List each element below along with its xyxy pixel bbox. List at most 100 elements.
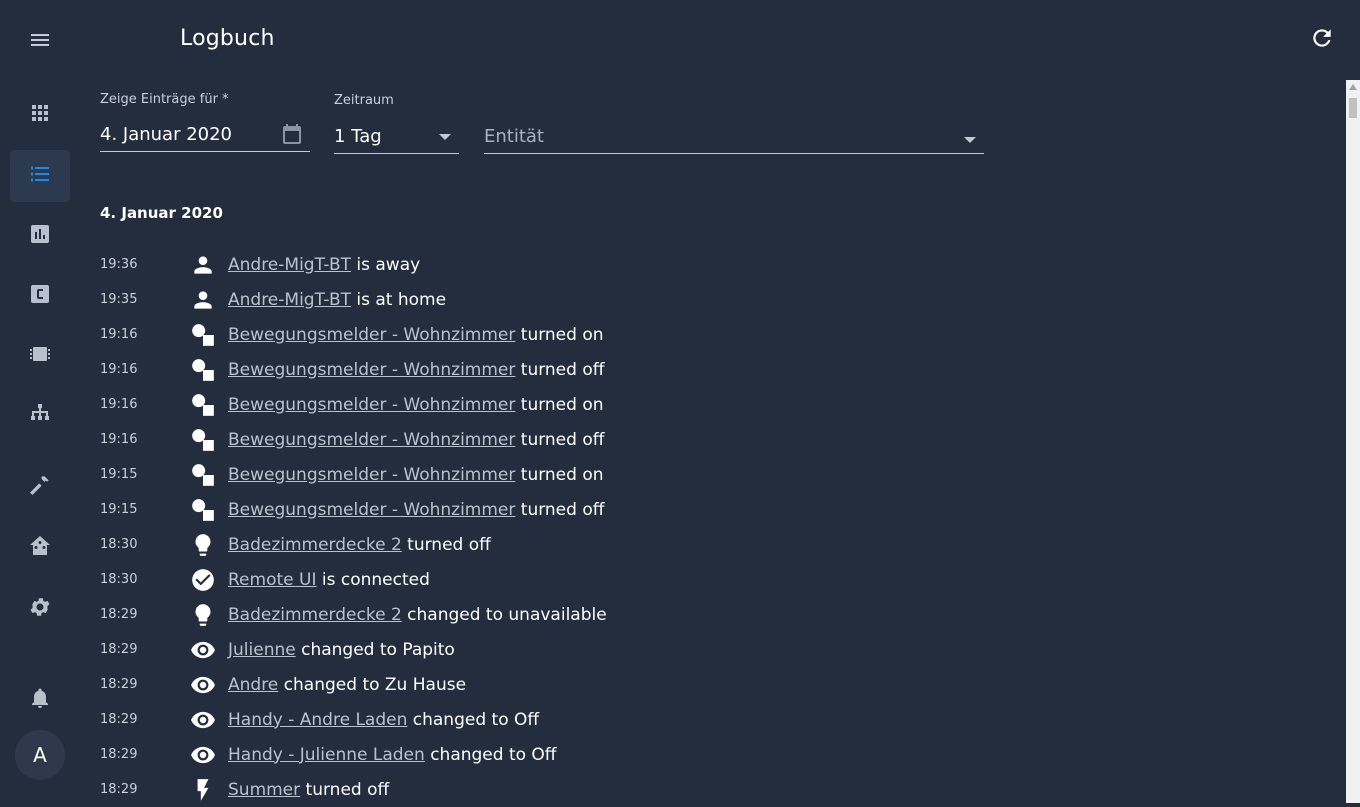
chip-icon xyxy=(28,342,52,370)
scroll-up-arrow[interactable] xyxy=(1349,84,1357,90)
sidebar-item-esphome[interactable] xyxy=(10,330,70,382)
entry-text: Bewegungsmelder - Wohnzimmer turned off xyxy=(228,430,604,450)
entry-message: is at home xyxy=(356,289,447,310)
sidebar-item-network[interactable] xyxy=(10,390,70,442)
avatar[interactable]: A xyxy=(15,730,65,780)
entry-time: 19:36 xyxy=(100,257,138,272)
entry-message: is connected xyxy=(321,569,430,590)
entity-link[interactable]: Remote UI xyxy=(228,570,316,590)
entity-link[interactable]: Handy - Julienne Laden xyxy=(228,745,425,765)
check-circle-icon xyxy=(190,567,228,593)
logbook-entry: 19:35 Andre-MigT-BT is at home xyxy=(100,282,1300,317)
logbook-entry: 19:16 Bewegungsmelder - Wohnzimmer turned… xyxy=(100,352,1300,387)
logbook-entry: 19:16 Bewegungsmelder - Wohnzimmer turned… xyxy=(100,387,1300,422)
page-title: Logbuch xyxy=(180,26,275,51)
logbook-entry: 18:29 Badezimmerdecke 2 changed to unavai… xyxy=(100,597,1300,632)
entry-message: changed to Zu Hause xyxy=(283,674,467,695)
entity-link[interactable]: Summer xyxy=(228,780,300,800)
hammer-icon xyxy=(28,473,52,501)
date-picker-field[interactable]: 4. Januar 2020 xyxy=(100,118,310,152)
logbook-entry: 19:15 Bewegungsmelder - Wohnzimmer turned… xyxy=(100,457,1300,492)
entry-message: changed to Off xyxy=(412,709,540,730)
sidebar-item-notifications[interactable] xyxy=(10,674,70,726)
entity-link[interactable]: Bewegungsmelder - Wohnzimmer xyxy=(228,395,515,415)
entity-link[interactable]: Andre xyxy=(228,675,278,695)
shapes-icon xyxy=(190,392,228,418)
entry-time: 19:35 xyxy=(100,292,138,307)
gear-icon xyxy=(28,595,52,623)
home-assistant-icon xyxy=(28,534,52,562)
entry-text: Handy - Andre Laden changed to Off xyxy=(228,710,539,730)
eye-icon xyxy=(190,672,228,698)
entity-link[interactable]: Bewegungsmelder - Wohnzimmer xyxy=(228,500,515,520)
entity-link[interactable]: Andre-MigT-BT xyxy=(228,255,351,275)
sidebar-item-hacs[interactable] xyxy=(10,270,70,322)
chevron-down-icon xyxy=(964,137,976,143)
entity-link[interactable]: Badezimmerdecke 2 xyxy=(228,605,402,625)
logbook-entry: 19:36 Andre-MigT-BT is away xyxy=(100,247,1300,282)
entity-select[interactable]: Entität xyxy=(484,120,984,154)
logbook-entry: 18:29 Handy - Andre Laden changed to Off xyxy=(100,702,1300,737)
period-field-label: Zeitraum xyxy=(334,93,394,108)
scroll-thumb[interactable] xyxy=(1349,98,1357,118)
entry-text: Remote UI is connected xyxy=(228,570,430,590)
entry-time: 18:29 xyxy=(100,747,138,762)
sidebar-item-developer-tools[interactable] xyxy=(10,461,70,513)
entry-message: changed to Off xyxy=(430,744,557,765)
date-value: 4. Januar 2020 xyxy=(100,124,233,145)
entry-time: 19:16 xyxy=(100,362,138,377)
entity-link[interactable]: Badezimmerdecke 2 xyxy=(228,535,402,555)
entry-text: Bewegungsmelder - Wohnzimmer turned on xyxy=(228,395,604,415)
shapes-icon xyxy=(190,427,228,453)
entry-message: changed to Papito xyxy=(301,639,455,660)
entity-link[interactable]: Bewegungsmelder - Wohnzimmer xyxy=(228,465,515,485)
day-heading: 4. Januar 2020 xyxy=(100,204,223,222)
entry-message: is away xyxy=(356,254,421,275)
sidebar-item-settings[interactable] xyxy=(10,583,70,635)
person-icon xyxy=(190,287,228,313)
entity-link[interactable]: Handy - Andre Laden xyxy=(228,710,407,730)
entity-placeholder: Entität xyxy=(484,126,544,147)
refresh-icon xyxy=(1309,25,1335,55)
date-field-label: Zeige Einträge für * xyxy=(100,92,229,107)
entry-text: Andre-MigT-BT is at home xyxy=(228,290,446,310)
logbook-entry: 18:29 Handy - Julienne Laden changed to O… xyxy=(100,737,1300,772)
logbook-entry: 18:29 Summer turned off xyxy=(100,772,1300,807)
refresh-button[interactable] xyxy=(1306,24,1338,56)
entity-link[interactable]: Bewegungsmelder - Wohnzimmer xyxy=(228,360,515,380)
entity-link[interactable]: Andre-MigT-BT xyxy=(228,290,351,310)
history-chart-icon xyxy=(28,222,52,250)
logbook-entry: 19:15 Bewegungsmelder - Wohnzimmer turned… xyxy=(100,492,1300,527)
sidebar-item-overview[interactable] xyxy=(10,89,70,141)
person-icon xyxy=(190,252,228,278)
entry-text: Summer turned off xyxy=(228,780,389,800)
sidebar-item-supervisor[interactable] xyxy=(10,522,70,574)
hamburger-menu-icon[interactable] xyxy=(22,22,58,58)
logbook-list-icon xyxy=(28,162,52,190)
calendar-icon[interactable] xyxy=(280,122,304,146)
logbook-list: 19:36 Andre-MigT-BT is away 19:35 Andre-Mig… xyxy=(100,247,1300,807)
entry-message: turned on xyxy=(520,394,604,415)
entry-time: 18:29 xyxy=(100,607,138,622)
entry-time: 19:15 xyxy=(100,502,138,517)
entity-link[interactable]: Bewegungsmelder - Wohnzimmer xyxy=(228,325,515,345)
logbook-entry: 18:29 Andre changed to Zu Hause xyxy=(100,667,1300,702)
sidebar-item-history[interactable] xyxy=(10,210,70,262)
eye-icon xyxy=(190,637,228,663)
shapes-icon xyxy=(190,357,228,383)
entry-message: turned off xyxy=(407,534,491,555)
entry-message: turned off xyxy=(305,779,390,800)
entity-link[interactable]: Julienne xyxy=(228,640,296,660)
entry-text: Bewegungsmelder - Wohnzimmer turned off xyxy=(228,500,604,520)
eye-icon xyxy=(190,707,228,733)
period-select[interactable]: 1 Tag xyxy=(334,120,459,154)
logbook-entry: 18:30 Remote UI is connected xyxy=(100,562,1300,597)
entry-time: 18:29 xyxy=(100,642,138,657)
entity-link[interactable]: Bewegungsmelder - Wohnzimmer xyxy=(228,430,515,450)
entry-message: turned on xyxy=(520,324,604,345)
sidebar-item-logbook[interactable] xyxy=(10,150,70,202)
entry-text: Bewegungsmelder - Wohnzimmer turned on xyxy=(228,325,604,345)
logbook-entry: 18:30 Badezimmerdecke 2 turned off xyxy=(100,527,1300,562)
scrollbar[interactable] xyxy=(1346,80,1360,803)
logbook-entry: 19:16 Bewegungsmelder - Wohnzimmer turned… xyxy=(100,317,1300,352)
